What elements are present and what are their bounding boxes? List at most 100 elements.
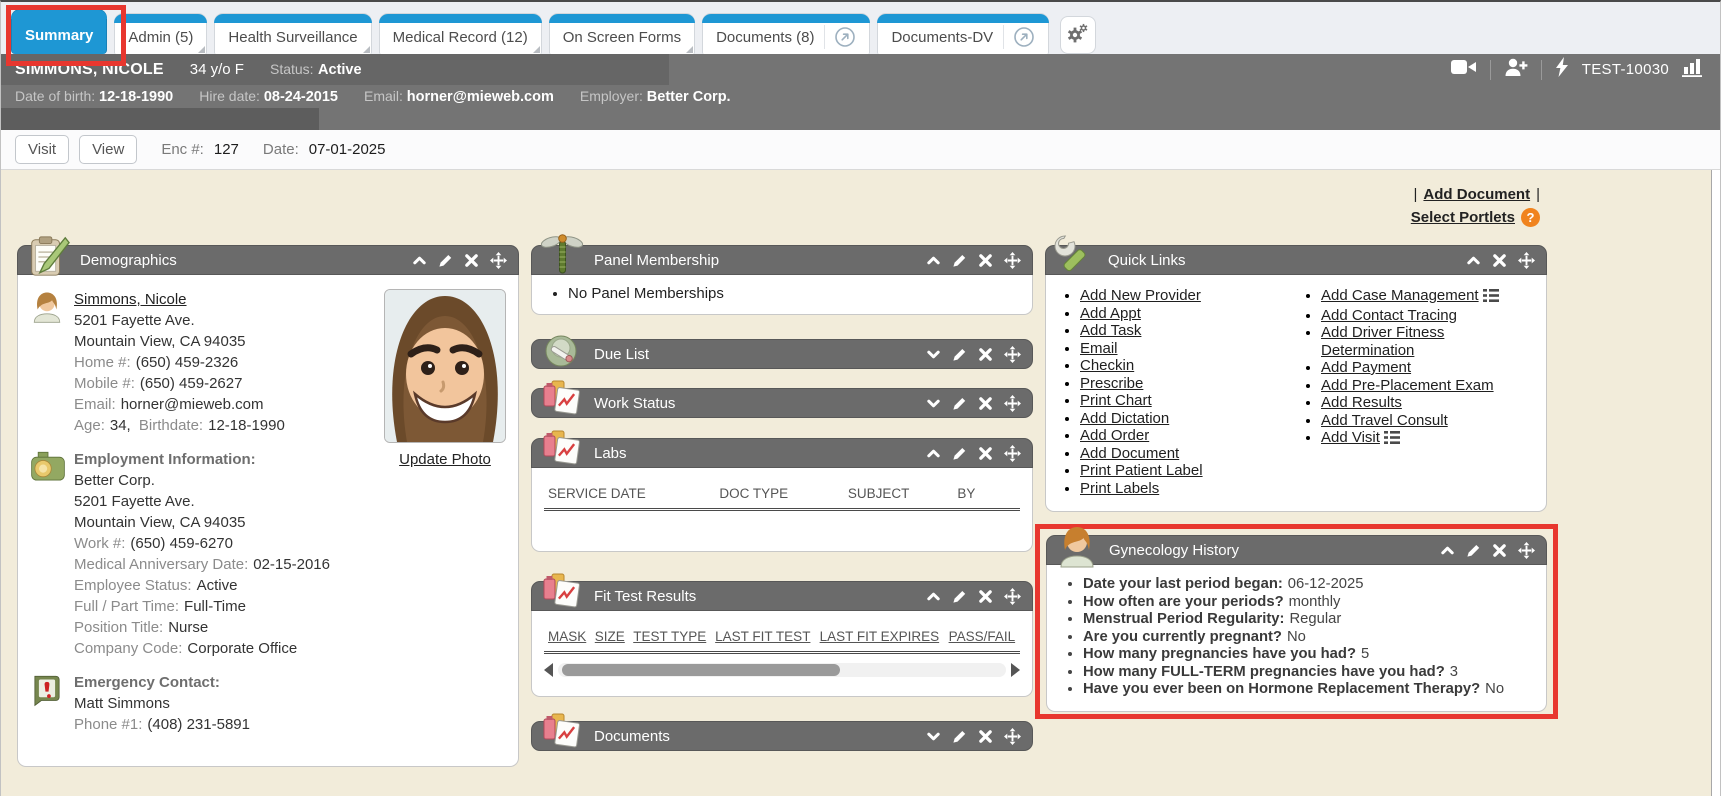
close-icon[interactable] [464,253,479,268]
tab-health-surveillance[interactable]: Health Surveillance [214,13,371,54]
portlet-title: Fit Test Results [594,588,696,605]
annotation-box-gynecology: Gynecology History Date your last period… [1035,524,1558,719]
page-right-edge [1711,170,1720,796]
move-icon[interactable] [1004,395,1021,412]
portlet-title: Work Status [594,395,675,412]
quick-link: Checkin [1080,357,1297,375]
popout-icon[interactable] [1003,25,1035,49]
horizontal-scrollbar[interactable] [544,662,1020,678]
update-photo-link[interactable]: Update Photo [399,449,491,470]
move-icon[interactable] [1518,252,1535,269]
collapse-icon[interactable] [926,446,941,461]
results-chart-icon [539,709,585,755]
scrollbar-thumb[interactable] [562,664,840,676]
employment-heading: Employment Information: [74,449,330,470]
edit-icon[interactable] [952,347,967,362]
column-right: Quick Links Add New Provider Add Appt [1045,245,1547,719]
edit-icon[interactable] [438,253,453,268]
close-icon[interactable] [978,729,993,744]
close-icon[interactable] [978,396,993,411]
portlet-title: Demographics [80,252,177,269]
quick-action-bolt-icon[interactable] [1555,57,1569,82]
tab-admin[interactable]: Admin (5) [114,13,207,54]
move-icon[interactable] [1004,588,1021,605]
edit-icon[interactable] [952,396,967,411]
edit-icon[interactable] [952,253,967,268]
clipboard-icon [25,233,71,279]
tab-documents[interactable]: Documents (8) [702,13,870,54]
portlet-documents: Documents [531,721,1033,751]
collapse-icon[interactable] [1466,253,1481,268]
divider [1490,60,1491,80]
visit-button[interactable]: Visit [15,135,69,164]
portlet-labs: Labs SERVICE DATE DOC TYPE [531,438,1033,552]
move-icon[interactable] [490,252,507,269]
sort-column-link[interactable]: TEST TYPE [633,629,706,644]
expand-icon[interactable] [926,729,941,744]
edit-icon[interactable] [952,729,967,744]
summary-page: | Add Document | Select Portlets ? [1,170,1720,796]
portlet-gynecology-history: Gynecology History Date your last period… [1046,535,1547,712]
close-icon[interactable] [1492,253,1507,268]
add-document-link[interactable]: Add Document [1423,186,1530,203]
edit-icon[interactable] [952,446,967,461]
edit-icon[interactable] [1466,543,1481,558]
sort-column-link[interactable]: LAST FIT EXPIRES [820,629,940,644]
close-icon[interactable] [978,253,993,268]
move-icon[interactable] [1004,346,1021,363]
patient-photo [384,289,506,443]
select-portlets-link[interactable]: Select Portlets [1411,209,1515,226]
quick-link: Add Appt [1080,305,1297,323]
edit-icon[interactable] [952,589,967,604]
scroll-right-arrow[interactable] [1011,663,1020,677]
collapse-icon[interactable] [412,253,427,268]
enc-number-value: 127 [214,141,239,158]
scroll-left-arrow[interactable] [544,663,553,677]
tab-medical-record[interactable]: Medical Record (12) [379,13,542,54]
view-button[interactable]: View [79,135,137,164]
sort-column-link[interactable]: MASK [548,629,586,644]
tab-label: Medical Record (12) [393,29,528,46]
help-icon[interactable]: ? [1521,208,1540,227]
close-icon[interactable] [978,347,993,362]
popout-icon[interactable] [824,25,856,49]
portlet-header-gynecology: Gynecology History [1046,535,1547,565]
tab-settings-button[interactable] [1060,16,1096,54]
quick-links-column-2: Add Case Management Add Contact Tracing … [1297,287,1538,497]
patient-subheader: Date of birth: 12-18-1990 Hire date: 08-… [1,85,1720,108]
video-call-icon[interactable] [1451,58,1477,81]
close-icon[interactable] [978,589,993,604]
tab-documents-dv[interactable]: Documents-DV [877,13,1049,54]
collapse-icon[interactable] [926,589,941,604]
move-icon[interactable] [1004,445,1021,462]
collapse-icon[interactable] [926,253,941,268]
tab-summary[interactable]: Summary [11,9,107,54]
add-person-icon[interactable] [1504,57,1528,82]
tab-on-screen-forms[interactable]: On Screen Forms [549,13,695,54]
quick-link: Add Case Management [1321,287,1538,307]
header-strip-row [1,108,1720,130]
expand-icon[interactable] [926,347,941,362]
close-icon[interactable] [978,446,993,461]
chart-stats-icon[interactable] [1682,57,1704,82]
portlet-header-fit-test: Fit Test Results [531,581,1033,611]
sort-column-link[interactable]: PASS/FAIL [949,629,1016,644]
expand-icon[interactable] [926,396,941,411]
collapse-icon[interactable] [1440,543,1455,558]
column-header: SERVICE DATE [544,480,715,510]
column-middle: Panel Membership No Panel Memberships [531,245,1033,773]
list-icon [1483,289,1499,307]
move-icon[interactable] [1004,252,1021,269]
move-icon[interactable] [1004,728,1021,745]
close-icon[interactable] [1492,543,1507,558]
patient-name-link[interactable]: Simmons, Nicole [74,291,187,308]
sort-column-link[interactable]: LAST FIT TEST [715,629,810,644]
quick-link: Add Task [1080,322,1297,340]
move-icon[interactable] [1518,542,1535,559]
woman-avatar-icon [1054,523,1100,569]
scrollbar-track[interactable] [558,663,1006,677]
sort-column-link[interactable]: SIZE [595,629,625,644]
gyn-item: How many pregnancies have you had?5 [1083,646,1536,664]
portlet-header-demographics: Demographics [17,245,519,275]
tab-label: Summary [25,27,93,44]
